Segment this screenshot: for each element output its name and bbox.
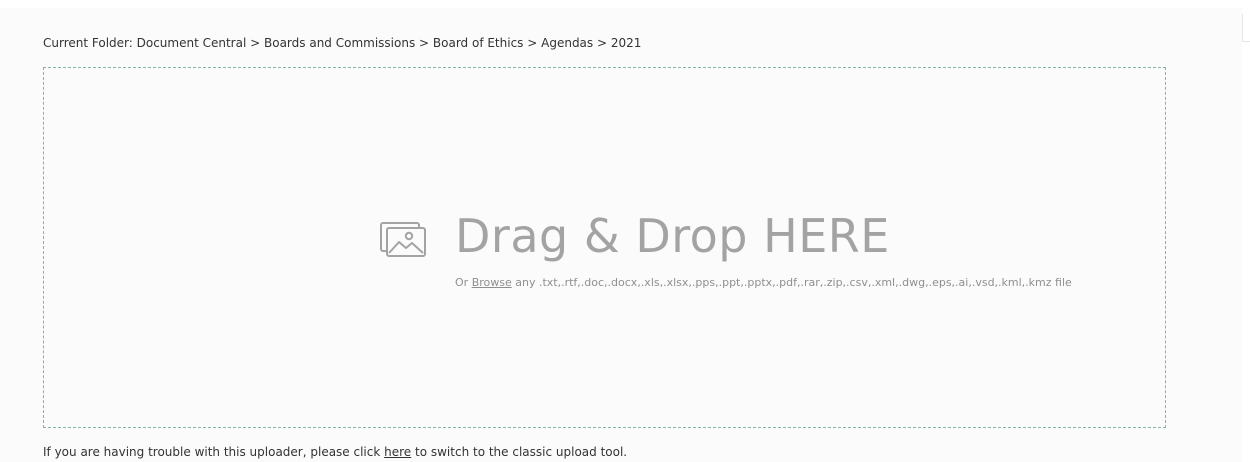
classic-upload-link[interactable]: here [384,445,411,459]
drop-zone-title: Drag & Drop HERE [455,209,890,263]
image-icon [380,222,426,257]
breadcrumb-item-agendas: Agendas [541,36,594,50]
uploader-help-text: If you are having trouble with this uplo… [43,445,627,459]
breadcrumb-item-board-of-ethics: Board of Ethics [432,36,524,50]
help-text-before: If you are having trouble with this uplo… [43,445,385,459]
breadcrumb: Current Folder: Document Central > Board… [43,36,641,50]
help-text-after: to switch to the classic upload tool. [411,445,628,459]
breadcrumb-separator: > [415,36,433,50]
drop-zone-or-text: Or [455,276,472,289]
breadcrumb-prefix: Current Folder: [43,36,137,50]
browse-link[interactable]: Browse [472,276,512,289]
breadcrumb-separator: > [523,36,542,50]
breadcrumb-separator: > [593,36,611,50]
panel-edge-tab [1242,14,1250,42]
drop-zone[interactable]: Drag & Drop HERE Or Browse any .txt,.rtf… [43,67,1166,428]
breadcrumb-item-boards-and-commissions: Boards and Commissions [264,36,416,50]
drop-zone-hint: Or Browse any .txt,.rtf,.doc,.docx,.xls,… [455,276,1072,289]
breadcrumb-separator: > [246,36,264,50]
allowed-file-types: any .txt,.rtf,.doc,.docx,.xls,.xlsx,.pps… [511,276,1072,289]
breadcrumb-item-document-central: Document Central [136,36,247,50]
breadcrumb-item-2021: 2021 [610,36,642,50]
